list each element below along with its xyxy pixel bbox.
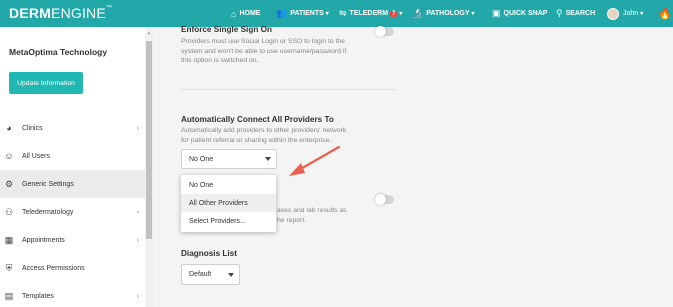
sidebar-item-teledermatology[interactable]: ⚇ Teledermatology ‹ <box>0 198 145 226</box>
nav-telederm[interactable]: ⇋ TELEDERM 7 ▾ <box>339 0 402 27</box>
diagnosis-list-value: Default <box>189 271 212 278</box>
nav-patients[interactable]: 👥 PATIENTS ▾ <box>276 0 329 27</box>
sidebar: MetaOptima Technology Update Information… <box>0 27 153 307</box>
sidebar-item-label: Clinics <box>22 124 43 132</box>
nav-pathology[interactable]: 🔬 PATHOLOGY ▾ <box>412 0 475 27</box>
chevron-down-icon: ▾ <box>325 11 329 17</box>
nav-home[interactable]: ⌂ HOME <box>231 0 260 27</box>
divider <box>181 89 396 90</box>
permissions-icon: ⛨ <box>5 262 13 273</box>
microscope-icon: 🔬 <box>412 8 424 18</box>
sso-description: Providers must use Social Login or SSO t… <box>181 38 347 64</box>
nav-quick-snap[interactable]: ▣ QUICK SNAP <box>492 0 547 27</box>
telederm-icon: ⇋ <box>339 8 347 18</box>
sidebar-item-generic-settings[interactable]: ⚙ Generic Settings <box>0 170 145 198</box>
nav-patients-label: PATIENTS <box>290 10 324 17</box>
chevron-down-icon: ▾ <box>640 11 644 17</box>
dermengine-logo[interactable]: DERMENGINE™ <box>9 5 112 21</box>
telederm-user-icon: ⚇ <box>4 206 14 217</box>
gear-icon: ⚙ <box>4 178 14 189</box>
diagnosis-list-title: Diagnosis List <box>181 249 237 258</box>
update-information-button[interactable]: Update Information <box>9 72 83 94</box>
camera-icon: ▣ <box>492 8 501 18</box>
user-name: John <box>623 10 639 17</box>
nav-quick-snap-label: QUICK SNAP <box>503 10 548 17</box>
annotation-arrow <box>289 145 341 176</box>
settings-panel: Enforce Single Sign On Providers must us… <box>153 25 673 307</box>
hidden-section-toggle[interactable] <box>375 194 394 205</box>
scroll-up-icon[interactable]: ▲ <box>147 30 151 35</box>
top-navbar: DERMENGINE™ ⌂ HOME 👥 PATIENTS ▾ ⇋ TELEDE… <box>0 0 673 27</box>
caret-down-icon <box>265 157 271 161</box>
avatar <box>607 7 619 20</box>
sso-title: Enforce Single Sign On <box>181 25 272 34</box>
hidden-section-description: ases and lab results as he report. <box>277 207 347 224</box>
clinics-pie-icon: ◕ <box>6 123 12 133</box>
home-icon: ⌂ <box>231 8 237 19</box>
chevron-left-icon: ‹ <box>136 236 139 244</box>
dropdown-option-no-one[interactable]: No One <box>181 176 276 194</box>
sidebar-item-access-permissions[interactable]: ⛨ Access Permissions <box>0 254 145 282</box>
nav-pathology-label: PATHOLOGY <box>426 10 470 17</box>
nav-search-label: SEARCH <box>565 10 596 17</box>
nav-search[interactable]: ⚲ SEARCH <box>556 0 595 27</box>
chevron-down-icon: ▾ <box>399 11 403 17</box>
notifications-button[interactable]: 🔥 <box>658 0 672 27</box>
nav-home-label: HOME <box>239 10 261 17</box>
dropdown-option-select-providers[interactable]: Select Providers... <box>181 212 276 230</box>
connect-providers-value: No One <box>189 155 214 163</box>
users-icon: ☺ <box>4 151 14 161</box>
sidebar-item-label: Generic Settings <box>22 180 74 188</box>
connect-providers-select[interactable]: No One <box>181 149 277 169</box>
sidebar-item-label: All Users <box>22 152 51 160</box>
sidebar-item-label: Teledermatology <box>22 208 74 216</box>
sidebar-item-clinics[interactable]: ◕ Clinics ‹ <box>0 114 145 142</box>
templates-icon: ▤ <box>4 290 14 301</box>
search-icon: ⚲ <box>556 8 563 18</box>
chevron-down-icon: ▾ <box>471 11 475 17</box>
calendar-icon: ▦ <box>4 234 14 245</box>
sidebar-item-templates[interactable]: ▤ Templates ‹ <box>0 282 145 307</box>
sidebar-item-all-users[interactable]: ☺ All Users <box>0 142 145 170</box>
caret-down-icon <box>228 272 234 277</box>
organization-name: MetaOptima Technology <box>9 47 108 57</box>
chevron-left-icon: ‹ <box>136 208 139 216</box>
user-menu[interactable]: John ▾ <box>607 0 643 27</box>
patients-icon: 👥 <box>276 8 288 18</box>
telederm-count-badge: 7 <box>390 10 398 17</box>
sidebar-item-label: Appointments <box>22 236 65 244</box>
diagnosis-list-select[interactable]: Default <box>181 264 240 285</box>
sso-toggle[interactable] <box>375 26 394 37</box>
chevron-left-icon: ‹ <box>136 292 139 300</box>
chevron-left-icon: ‹ <box>136 124 139 132</box>
flame-icon: 🔥 <box>658 8 672 20</box>
sidebar-scrollbar-thumb[interactable] <box>146 41 152 239</box>
sidebar-item-label: Access Permissions <box>22 264 85 272</box>
nav-telederm-label: TELEDERM <box>349 10 389 17</box>
sidebar-item-label: Templates <box>22 292 54 300</box>
sidebar-item-appointments[interactable]: ▦ Appointments ‹ <box>0 226 145 254</box>
dropdown-option-all-other-providers[interactable]: All Other Providers <box>181 194 276 212</box>
connect-providers-title: Automatically Connect All Providers To <box>181 115 334 124</box>
connect-providers-dropdown: No One All Other Providers Select Provid… <box>181 175 276 232</box>
